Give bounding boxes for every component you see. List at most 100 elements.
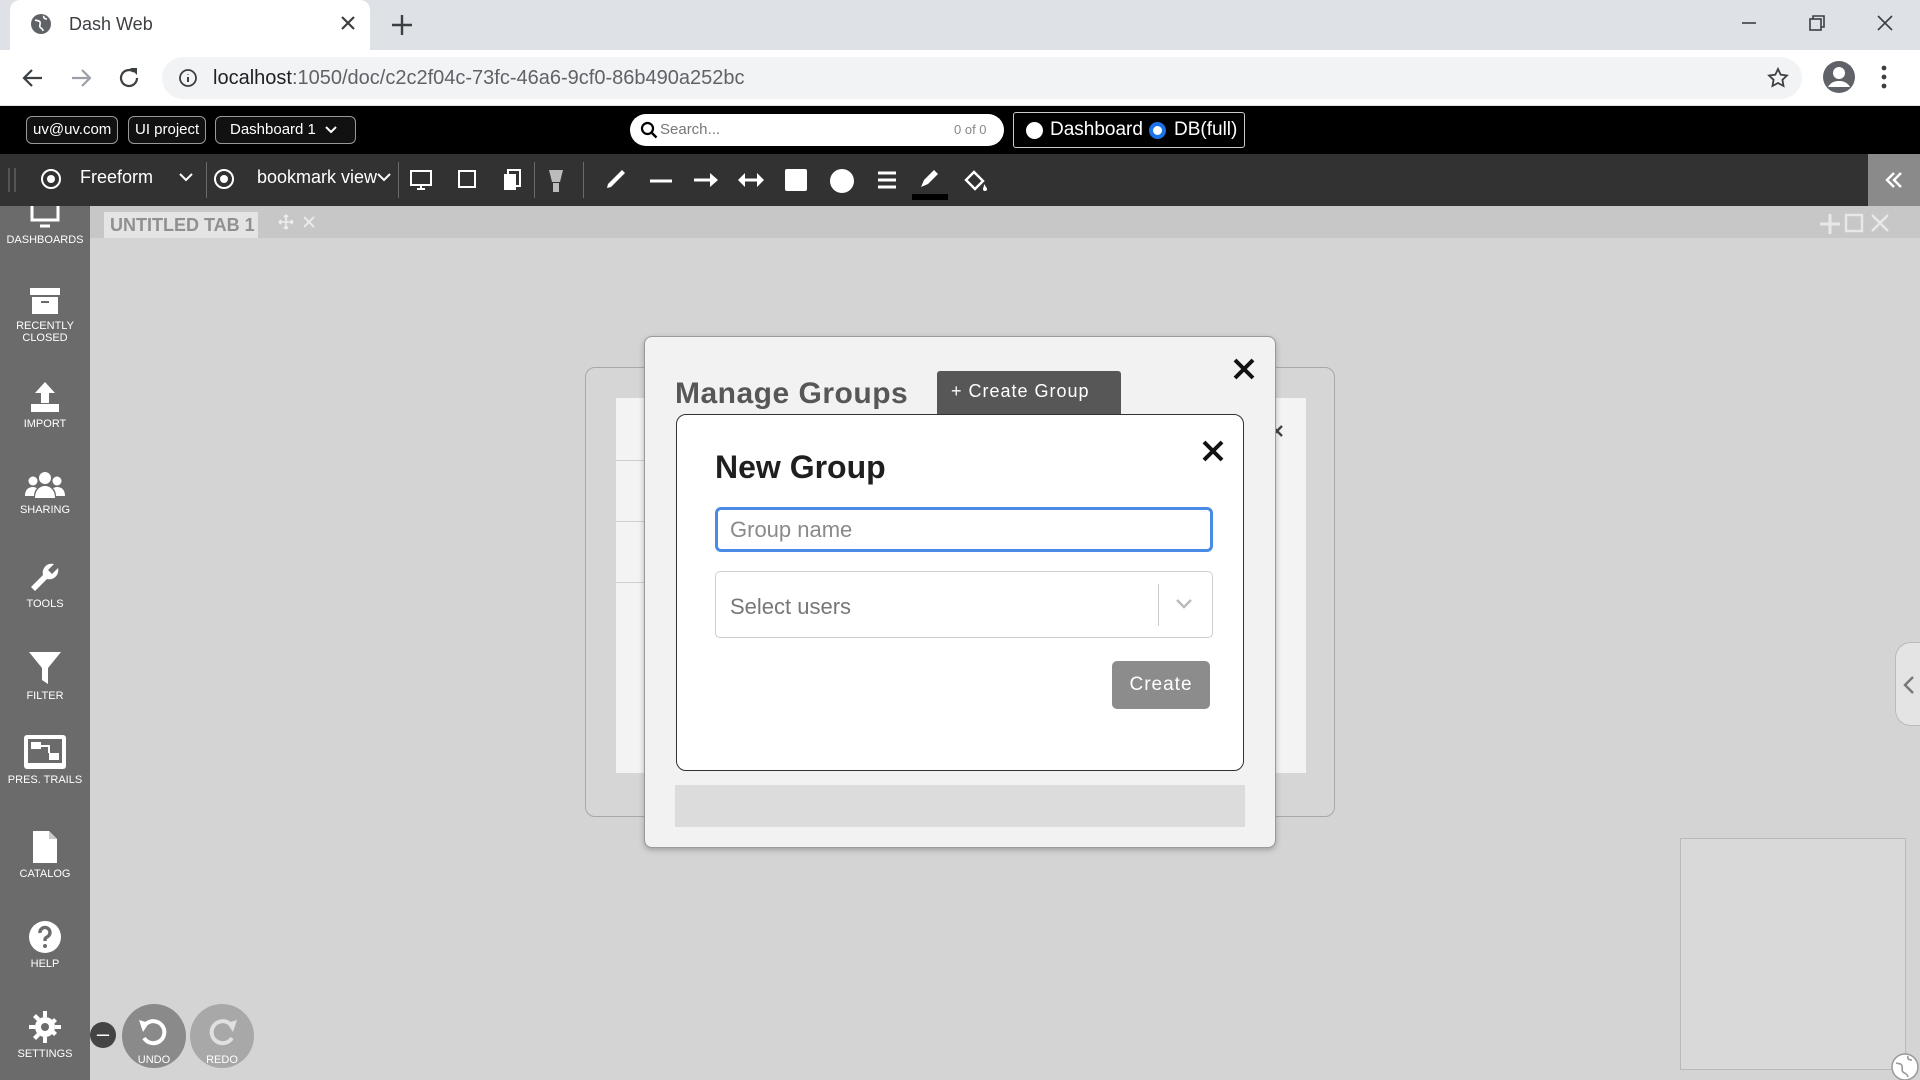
sidebar: DASHBOARDS RECENTLY CLOSED IMPORT SHARIN… (0, 206, 90, 1080)
reload-icon[interactable] (116, 65, 142, 91)
layout-dropdown[interactable]: Freeform (80, 167, 153, 188)
square-icon[interactable] (456, 168, 478, 190)
sidebar-item-catalog[interactable]: CATALOG (0, 830, 90, 880)
search-icon (640, 121, 658, 139)
close-icon[interactable] (1232, 357, 1256, 381)
close-pane-icon[interactable] (1870, 213, 1890, 233)
divider (1158, 584, 1159, 626)
sidebar-item-label: RECENTLY CLOSED (16, 320, 74, 344)
doc-tab[interactable]: UNTITLED TAB 1 (104, 212, 258, 238)
sidebar-item-filter[interactable]: FILTER (0, 650, 90, 702)
user-button[interactable]: uv@uv.com (26, 116, 119, 144)
arrow-both-icon[interactable] (737, 171, 765, 189)
collapse-panel-button[interactable] (1868, 154, 1920, 206)
archive-icon (30, 288, 60, 314)
tab-close-icon[interactable] (302, 215, 316, 229)
radio-db-full[interactable] (1149, 122, 1166, 139)
sidebar-item-label: SHARING (19, 504, 71, 516)
redo-button[interactable]: REDO (190, 1004, 254, 1068)
create-group-button[interactable]: + Create Group (937, 371, 1121, 415)
browser-menu-icon[interactable] (1880, 64, 1888, 90)
select-users-dropdown[interactable]: Select users (715, 571, 1213, 638)
forward-icon[interactable] (68, 66, 94, 90)
create-button[interactable]: Create (1112, 661, 1210, 709)
chevron-down-icon[interactable] (178, 172, 194, 184)
highlighter-icon[interactable] (918, 166, 942, 190)
chevron-down-icon[interactable] (376, 172, 392, 184)
sidebar-item-recently-closed[interactable]: RECENTLY CLOSED (0, 286, 90, 344)
minimap[interactable] (1680, 838, 1906, 1070)
paint-bucket-icon[interactable] (962, 168, 990, 192)
undo-label: UNDO (137, 1054, 171, 1066)
browser-tab-title: Dash Web (69, 14, 153, 34)
group-name-input[interactable] (715, 507, 1213, 552)
doc-tab-header: UNTITLED TAB 1 (90, 206, 1920, 238)
lightbulb-icon[interactable] (545, 168, 567, 194)
dashboard-dropdown[interactable]: Dashboard 1 (215, 116, 356, 144)
undo-icon (136, 1014, 172, 1050)
project-button[interactable]: UI project (128, 116, 207, 144)
undo-button[interactable]: UNDO (122, 1004, 186, 1068)
line-icon[interactable] (649, 178, 673, 184)
sidebar-item-import[interactable]: IMPORT (0, 380, 90, 430)
pen-icon[interactable] (603, 168, 629, 192)
site-info-icon[interactable] (178, 68, 198, 88)
side-panel-toggle[interactable] (1895, 642, 1920, 726)
browser-tab[interactable]: Dash Web (10, 0, 370, 50)
globe-icon[interactable] (1890, 1052, 1920, 1080)
zoom-out-button[interactable]: – (90, 1022, 116, 1048)
app-top-bar: uv@uv.com UI project Dashboard 1 Search.… (0, 106, 1920, 154)
close-icon[interactable] (1201, 439, 1225, 463)
users-icon (25, 472, 65, 498)
move-icon[interactable] (278, 214, 294, 230)
sidebar-item-label: CATALOG (19, 868, 71, 880)
divider (534, 162, 535, 198)
url-host: localhost (213, 67, 292, 89)
globe-icon (30, 13, 52, 35)
circle-icon[interactable] (829, 168, 855, 194)
sidebar-item-label: DASHBOARDS (6, 234, 84, 246)
color-swatch[interactable] (912, 194, 948, 200)
sidebar-item-pres-trails[interactable]: PRES. TRAILS (0, 734, 90, 786)
divider (583, 162, 584, 198)
arrow-right-icon[interactable] (693, 171, 719, 189)
sidebar-item-label: HELP (30, 958, 60, 970)
gear-icon (29, 1011, 61, 1043)
restore-icon[interactable] (1804, 10, 1830, 36)
maximize-icon[interactable] (1844, 213, 1864, 233)
menu-lines-icon[interactable] (877, 170, 897, 190)
mode-db-label: DB(full) (1174, 119, 1238, 140)
sidebar-item-help[interactable]: HELP (0, 920, 90, 970)
new-group-dialog: New Group Select users Create (676, 414, 1244, 771)
sidebar-item-settings[interactable]: SETTINGS (0, 1010, 90, 1060)
search-input[interactable]: Search... 0 of 0 (630, 114, 1004, 146)
radio-dashboard[interactable] (1026, 122, 1043, 139)
divider (398, 162, 399, 198)
double-chevron-left-icon (1884, 170, 1904, 190)
sidebar-item-dashboards[interactable]: DASHBOARDS (0, 206, 90, 246)
drag-handle-icon[interactable] (6, 166, 18, 194)
address-bar[interactable]: localhost:1050/doc/c2c2f04c-73fc-46a6-9c… (162, 57, 1802, 99)
tab-close-icon[interactable] (338, 13, 358, 33)
sidebar-item-sharing[interactable]: SHARING (0, 470, 90, 516)
mode-dashboard-label: Dashboard (1050, 119, 1143, 140)
bookmark-star-icon[interactable] (1766, 66, 1790, 90)
minimize-icon[interactable] (1736, 10, 1762, 36)
copy-icon[interactable] (501, 168, 523, 192)
window-close-icon[interactable] (1872, 10, 1898, 36)
chevron-left-icon (1902, 675, 1916, 695)
browser-toolbar: localhost:1050/doc/c2c2f04c-73fc-46a6-9c… (0, 50, 1920, 106)
add-pane-icon[interactable] (1818, 212, 1842, 236)
url-text: localhost:1050/doc/c2c2f04c-73fc-46a6-9c… (213, 67, 745, 90)
monitor-icon[interactable] (409, 168, 433, 192)
file-icon (33, 831, 57, 863)
rectangle-icon[interactable] (784, 168, 808, 192)
sidebar-item-tools[interactable]: TOOLS (0, 560, 90, 610)
chevron-down-icon[interactable] (1174, 596, 1194, 612)
back-icon[interactable] (20, 66, 46, 90)
tool-bar: Freeform bookmark view (0, 154, 1920, 206)
new-tab-icon[interactable] (388, 11, 416, 39)
select-users-placeholder: Select users (730, 594, 852, 619)
view-dropdown[interactable]: bookmark view (257, 167, 377, 188)
profile-avatar-icon[interactable] (1822, 60, 1856, 94)
